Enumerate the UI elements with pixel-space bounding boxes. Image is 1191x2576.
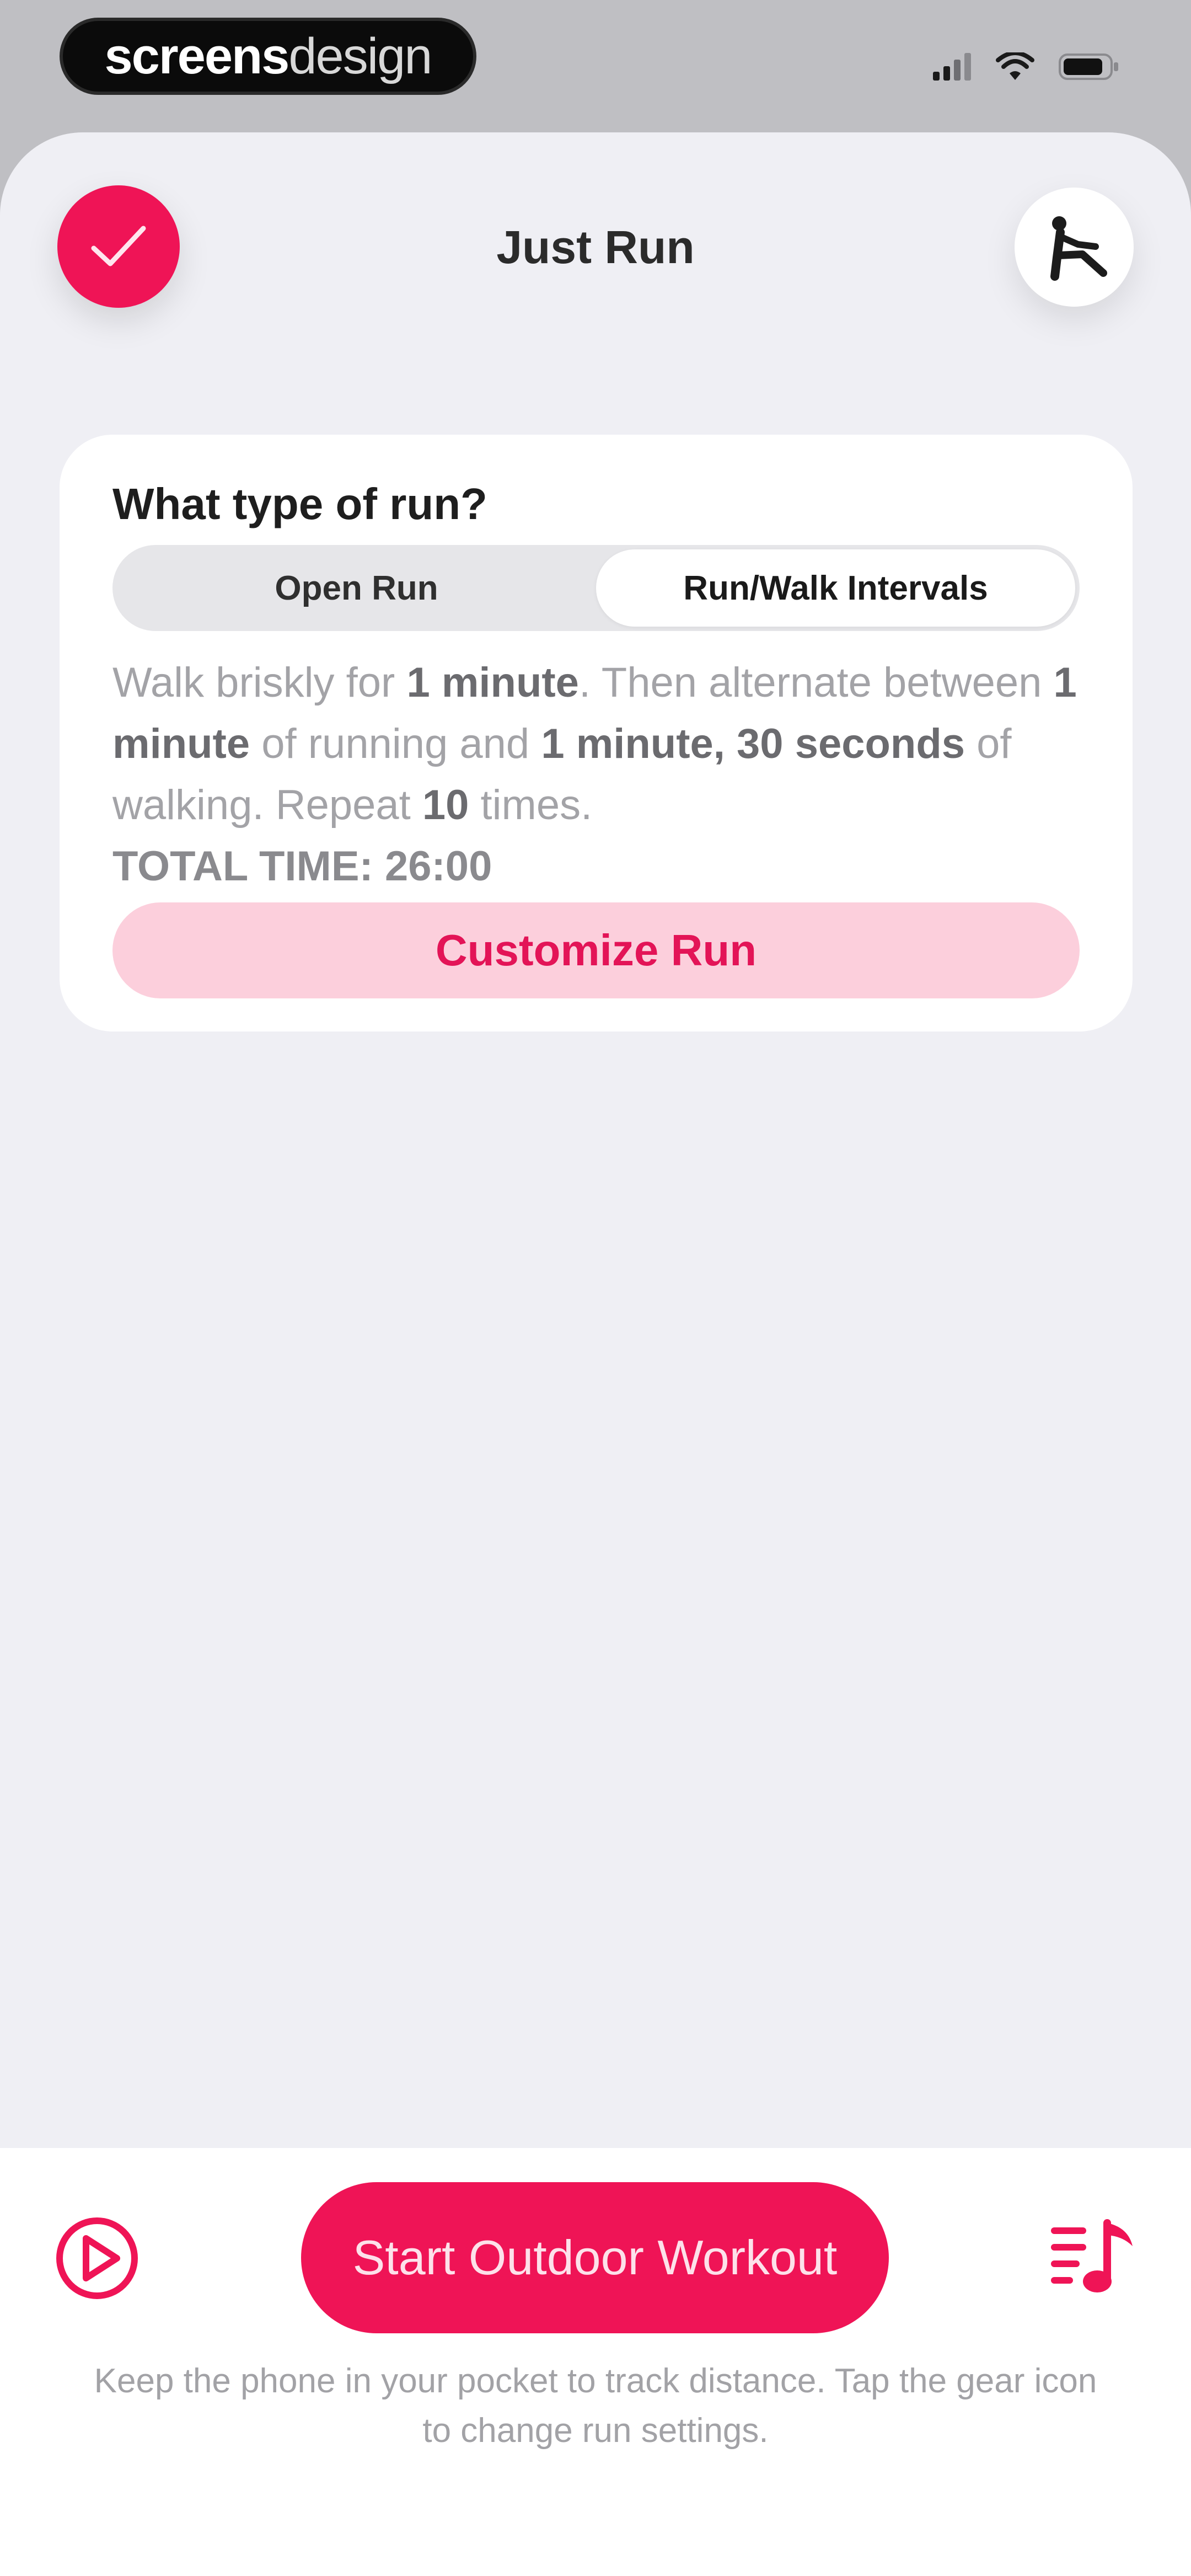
- segment-open-run[interactable]: Open Run: [117, 549, 596, 627]
- preview-button[interactable]: [53, 2214, 141, 2302]
- wifi-icon: [996, 52, 1034, 80]
- status-bar: screens design: [0, 0, 1191, 132]
- watermark-bold: screens: [104, 28, 290, 84]
- signal-icon: [933, 53, 971, 81]
- description-emphasis: 1 minute, 30 seconds: [541, 720, 965, 767]
- description-emphasis: 10: [422, 782, 469, 829]
- segment-run-walk-intervals[interactable]: Run/Walk Intervals: [596, 549, 1075, 627]
- play-circle-icon: [56, 2217, 138, 2299]
- hint-text: Keep the phone in your pocket to track d…: [94, 2362, 1097, 2450]
- customize-run-button[interactable]: Customize Run: [112, 902, 1080, 998]
- warmup-button[interactable]: [1015, 188, 1134, 307]
- run-type-heading: What type of run?: [112, 479, 487, 528]
- run-description: Walk briskly for 1 minute. Then alternat…: [112, 652, 1080, 836]
- run-type-segmented-control: Open Run Run/Walk Intervals: [112, 545, 1080, 631]
- description-text: times.: [469, 782, 593, 829]
- music-button[interactable]: [1045, 2211, 1139, 2305]
- description-text: . Then alternate between: [578, 659, 1054, 706]
- description-text: Walk briskly for: [112, 659, 407, 706]
- music-playlist-icon: [1051, 2219, 1133, 2292]
- description-text: of running and: [250, 720, 541, 767]
- total-time: TOTAL TIME: 26:00: [112, 843, 492, 890]
- start-outdoor-workout-button[interactable]: Start Outdoor Workout: [301, 2182, 889, 2333]
- run-type-card: What type of run? Open Run Run/Walk Inte…: [60, 435, 1133, 1032]
- battery-icon: [1059, 54, 1118, 80]
- status-icons: [933, 47, 1119, 86]
- stretching-figure-icon: [1050, 216, 1107, 281]
- watermark-light: design: [288, 28, 432, 84]
- description-emphasis: 1 minute: [406, 659, 579, 706]
- page-title: Just Run: [496, 221, 695, 273]
- screensdesign-watermark: screens design: [60, 18, 476, 95]
